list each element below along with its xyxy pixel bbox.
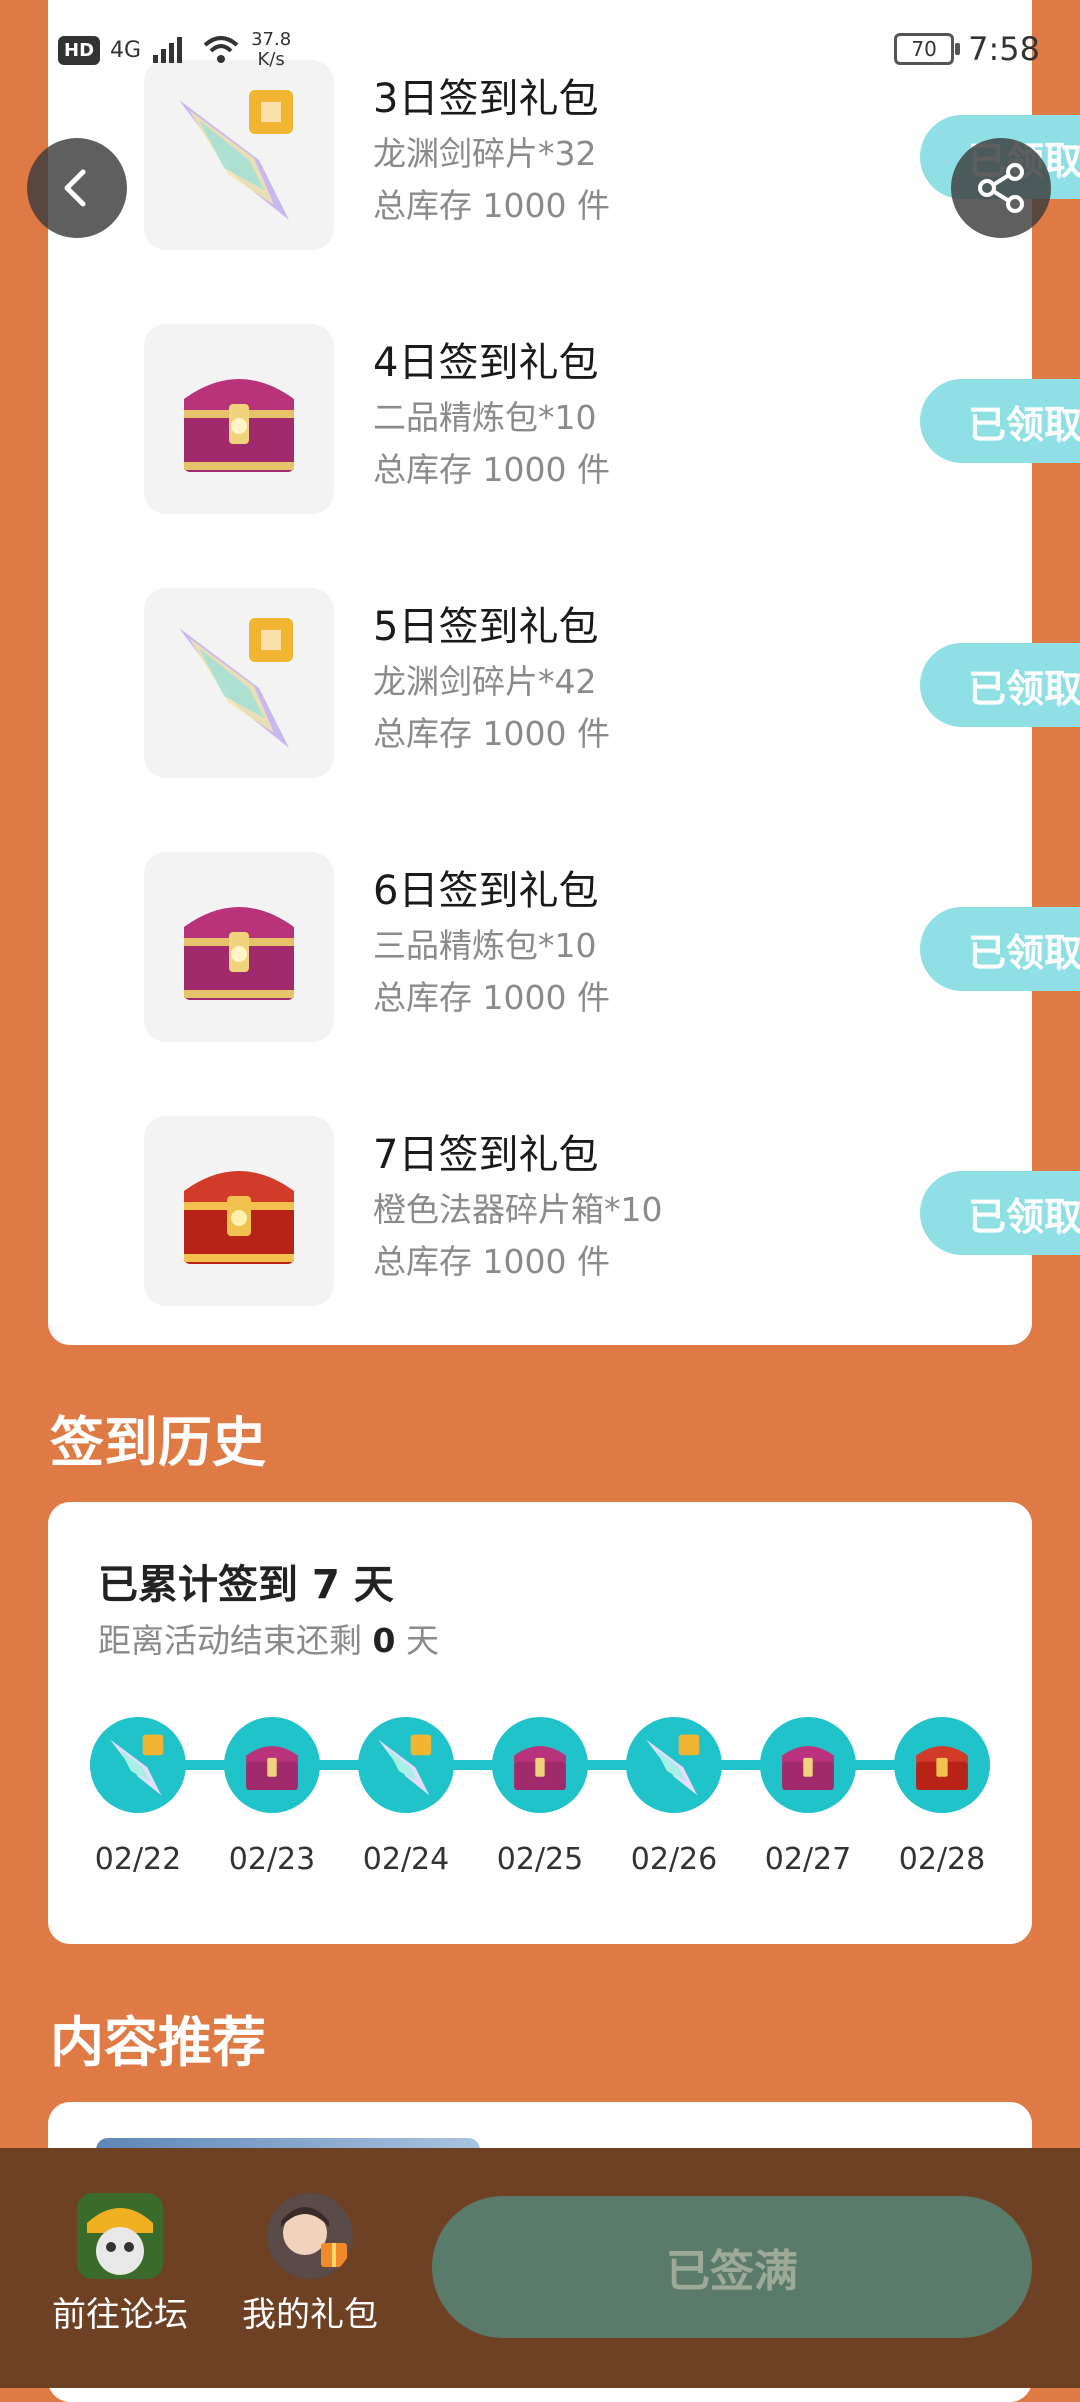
hd-badge: HD — [58, 35, 101, 65]
gift-stock: 总库存 1000 件 — [373, 1242, 610, 1281]
gift-thumbnail — [144, 588, 334, 778]
gift-item: 二品精炼包*10 — [373, 398, 597, 437]
timeline-node — [358, 1717, 454, 1813]
claimed-button[interactable]: 已领取 — [920, 1171, 1080, 1255]
gift-text: 6日签到礼包 三品精炼包*10 总库存 1000 件 — [373, 862, 610, 1024]
gift-avatar-icon — [267, 2193, 353, 2279]
purple-chest-icon — [184, 379, 294, 472]
gift-item: 橙色法器碎片箱*10 — [373, 1190, 663, 1229]
sword-fragment-icon — [110, 1734, 164, 1796]
gift-item: 龙渊剑碎片*42 — [373, 662, 597, 701]
sword-fragment-icon — [646, 1734, 700, 1796]
timeline-node — [760, 1717, 856, 1813]
battery-icon: 70 — [894, 33, 961, 65]
total-signin: 已累计签到 7 天 — [98, 1552, 394, 1610]
purple-chest-icon — [184, 907, 294, 1000]
timeline-node — [894, 1717, 990, 1813]
gift-title: 7日签到礼包 — [373, 1132, 599, 1178]
status-bar: HD 4G 37.8 K/s 70 7:58 — [0, 0, 1080, 110]
network-type: 4G — [110, 37, 142, 63]
timeline-date: 02/25 — [496, 1842, 584, 1877]
recommend-section-title: 内容推荐 — [50, 2011, 266, 2074]
speed-value: 37.8 — [251, 29, 292, 50]
timeline-node — [492, 1717, 588, 1813]
forum-label: 前往论坛 — [52, 2295, 188, 2335]
gift-row: 6日签到礼包 三品精炼包*10 总库存 1000 件 已领取 — [96, 852, 1080, 1042]
gift-title: 6日签到礼包 — [373, 868, 599, 914]
signal-icon — [153, 37, 183, 63]
timeline-date: 02/27 — [764, 1842, 852, 1877]
timeline-node — [626, 1717, 722, 1813]
purple-chest-icon — [246, 1746, 298, 1790]
timeline-node — [224, 1717, 320, 1813]
bottom-action-bar: 前往论坛 我的礼包 已签满 — [0, 2148, 1080, 2388]
share-icon — [978, 163, 1024, 213]
share-button[interactable] — [951, 138, 1051, 238]
back-button[interactable] — [27, 138, 127, 238]
gift-thumbnail — [144, 852, 334, 1042]
game-avatar-icon — [77, 2193, 163, 2279]
chevron-left-icon — [64, 169, 86, 207]
sword-fragment-icon — [378, 1734, 432, 1796]
gift-item: 龙渊剑碎片*32 — [373, 134, 597, 173]
timeline-node — [90, 1717, 186, 1813]
gift-item: 三品精炼包*10 — [373, 926, 597, 965]
total-prefix: 已累计签到 — [98, 1562, 312, 1608]
timeline-date: 02/24 — [362, 1842, 450, 1877]
gift-title: 5日签到礼包 — [373, 604, 599, 650]
remain-prefix: 距离活动结束还剩 — [98, 1621, 373, 1660]
history-card: 已累计签到 7 天 距离活动结束还剩 0 天 02/22 02/23 02/24… — [48, 1502, 1032, 1944]
gift-text: 4日签到礼包 二品精炼包*10 总库存 1000 件 — [373, 334, 610, 496]
gift-list-card: 3日签到礼包 龙渊剑碎片*32 总库存 1000 件 已领取 4日签到礼包 二品… — [48, 0, 1080, 1345]
gift-thumbnail — [144, 324, 334, 514]
clock: 7:58 — [968, 30, 1040, 68]
timeline-date: 02/23 — [228, 1842, 316, 1877]
history-section-title: 签到历史 — [50, 1411, 266, 1474]
total-suffix: 天 — [339, 1562, 394, 1608]
gift-stock: 总库存 1000 件 — [373, 978, 610, 1017]
gift-stock: 总库存 1000 件 — [373, 450, 610, 489]
gift-row: 5日签到礼包 龙渊剑碎片*42 总库存 1000 件 已领取 — [96, 588, 1080, 778]
purple-chest-icon — [782, 1746, 834, 1790]
claimed-button[interactable]: 已领取 — [920, 379, 1080, 463]
timeline-date: 02/26 — [630, 1842, 718, 1877]
gift-row: 4日签到礼包 二品精炼包*10 总库存 1000 件 已领取 — [96, 324, 1080, 514]
timeline-date: 02/22 — [94, 1842, 182, 1877]
claimed-button[interactable]: 已领取 — [920, 643, 1080, 727]
speed-unit: K/s — [257, 49, 285, 70]
battery-level: 70 — [911, 37, 937, 61]
signed-full-button[interactable]: 已签满 — [432, 2196, 1032, 2338]
timeline-date: 02/28 — [898, 1842, 986, 1877]
signin-timeline — [90, 1717, 992, 1813]
forum-link[interactable]: 前往论坛 — [35, 2193, 205, 2336]
gift-thumbnail — [144, 1116, 334, 1306]
remaining-days: 距离活动结束还剩 0 天 — [98, 1614, 439, 1662]
network-speed: 37.8 K/s — [251, 30, 291, 70]
claimed-button[interactable]: 已领取 — [920, 907, 1080, 991]
remain-days: 0 — [372, 1621, 396, 1660]
purple-chest-icon — [514, 1746, 566, 1790]
red-chest-icon — [916, 1746, 968, 1790]
gift-text: 7日签到礼包 橙色法器碎片箱*10 总库存 1000 件 — [373, 1126, 663, 1288]
sword-fragment-icon — [179, 618, 293, 748]
gift-row: 7日签到礼包 橙色法器碎片箱*10 总库存 1000 件 已领取 — [96, 1116, 1080, 1306]
status-left: HD 4G 37.8 K/s — [58, 30, 291, 70]
my-gifts-label: 我的礼包 — [242, 2295, 378, 2335]
wifi-icon — [203, 36, 239, 63]
remain-suffix: 天 — [395, 1621, 439, 1660]
status-right: 70 7:58 — [894, 30, 1040, 68]
gift-stock: 总库存 1000 件 — [373, 186, 610, 225]
my-gifts-link[interactable]: 我的礼包 — [225, 2193, 395, 2336]
gift-stock: 总库存 1000 件 — [373, 714, 610, 753]
gift-title: 4日签到礼包 — [373, 340, 599, 386]
gift-text: 5日签到礼包 龙渊剑碎片*42 总库存 1000 件 — [373, 598, 610, 760]
red-chest-icon — [184, 1171, 294, 1264]
total-days: 7 — [311, 1562, 340, 1608]
